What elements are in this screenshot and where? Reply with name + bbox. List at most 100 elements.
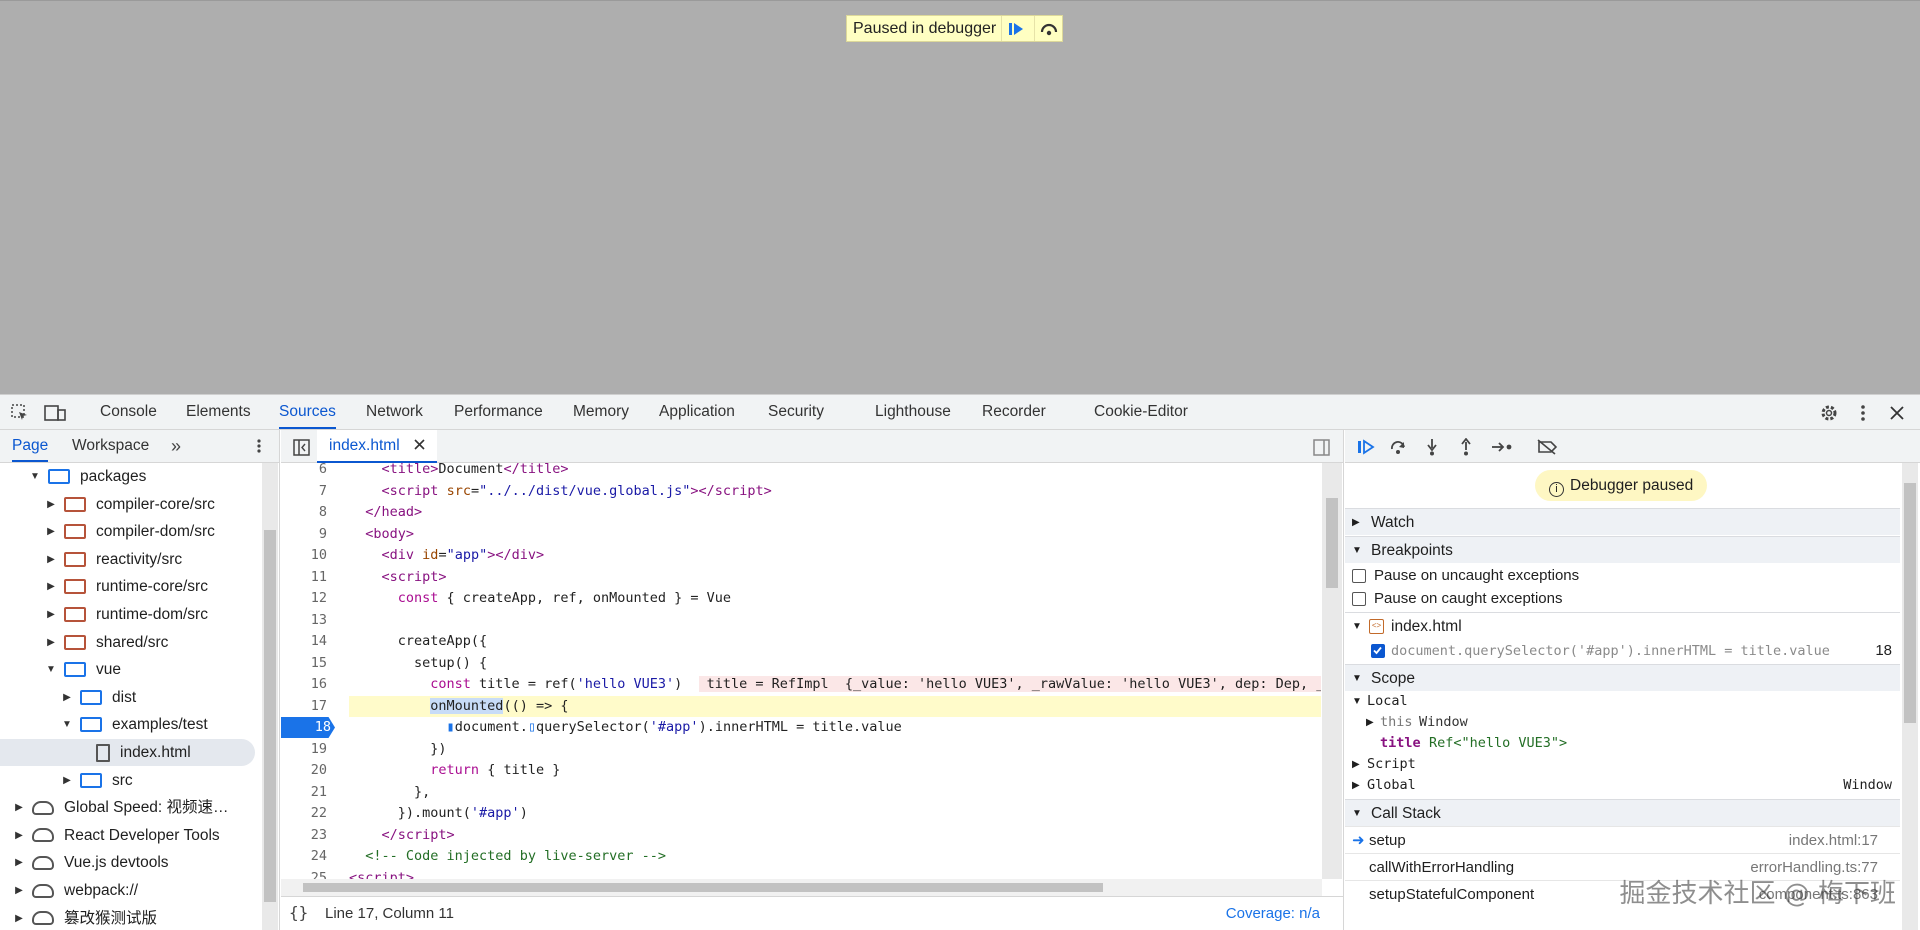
scope-global[interactable]: ▶ Global Window [1345,775,1900,796]
step-icon[interactable] [1489,437,1515,457]
code-line[interactable]: setup() { [349,653,487,674]
scope-local[interactable]: ▼ Local [1345,691,1900,712]
code-line[interactable]: <script> [349,868,414,880]
tab-memory[interactable]: Memory [573,395,629,429]
expand-icon[interactable]: ▶ [44,491,58,518]
pause-caught-checkbox[interactable] [1352,592,1366,606]
step-over-icon[interactable] [1387,437,1409,457]
file-tab-index[interactable]: index.html [317,430,437,463]
code-line[interactable]: <!-- Code injected by live-server --> [349,846,666,867]
breakpoints-section-header[interactable]: ▼ Breakpoints [1345,536,1900,563]
code-line[interactable]: }) [349,739,446,760]
toggle-debugger-icon[interactable] [1311,437,1331,457]
tree-node[interactable]: ▶ compiler-core/src [0,491,255,518]
navigator-scrollbar[interactable] [262,463,278,930]
collapse-icon[interactable]: ▼ [44,656,58,683]
tree-node[interactable]: ▼ examples/test [0,711,255,738]
line-number[interactable]: 24 [281,846,331,867]
editor-vscroll-thumb[interactable] [1326,498,1338,588]
line-number[interactable]: 7 [281,481,331,502]
expand-icon[interactable]: ▶ [44,546,58,573]
line-number[interactable]: 11 [281,567,331,588]
line-number[interactable]: 15 [281,653,331,674]
code-line[interactable]: <div id="app"></div> [349,545,545,566]
code-line[interactable]: <body> [349,524,414,545]
debugger-scrollbar[interactable] [1902,463,1918,930]
expand-icon[interactable]: ▶ [60,767,74,794]
code-line[interactable]: <script> [349,567,447,588]
expand-icon[interactable]: ▶ [12,822,26,849]
line-number[interactable]: 12 [281,588,331,609]
breakpoint-entry[interactable]: document.querySelector('#app').innerHTML… [1345,639,1900,663]
step-into-icon[interactable] [1421,437,1443,457]
tab-lighthouse[interactable]: Lighthouse [875,395,951,429]
line-number[interactable]: 6 [281,463,331,480]
collapse-icon[interactable]: ▼ [28,463,42,490]
scope-section-header[interactable]: ▼ Scope [1345,664,1900,691]
expand-icon[interactable]: ▶ [12,877,26,904]
tree-node[interactable]: ▼ vue [0,656,255,683]
expand-icon[interactable]: ▶ [44,629,58,656]
tree-node[interactable]: ▶ dist [0,684,255,711]
more-tabs-chevron-icon[interactable]: » [166,436,186,456]
expand-icon[interactable]: ▶ [44,601,58,628]
close-icon[interactable] [1887,403,1907,423]
pretty-print-icon[interactable]: {} [289,903,308,922]
close-tab-icon[interactable] [414,437,425,454]
scope-title[interactable]: title Ref<"hello VUE3"> [1345,733,1900,754]
tree-node[interactable]: ▶ runtime-core/src [0,573,255,600]
breakpoint-file-row[interactable]: ▼ <> index.html [1345,612,1900,639]
line-number[interactable]: 8 [281,502,331,523]
code-line[interactable]: ▮document.▯querySelector('#app').innerHT… [349,717,902,738]
line-number[interactable]: 10 [281,545,331,566]
tree-node[interactable]: ▶ Vue.js devtools [0,849,255,876]
code-line[interactable]: </script> [349,825,455,846]
resume-icon[interactable] [1355,437,1377,457]
settings-gear-icon[interactable] [1818,403,1840,423]
code-line[interactable]: const { createApp, ref, onMounted } = Vu… [349,588,731,609]
line-number[interactable]: 9 [281,524,331,545]
tree-node[interactable]: ▼ packages [0,463,255,490]
inspect-element-icon[interactable] [10,403,30,423]
tab-cookie-editor[interactable]: Cookie-Editor [1094,395,1188,429]
toggle-navigator-icon[interactable] [291,437,311,457]
breakpoint-checkbox[interactable] [1371,644,1385,658]
code-line[interactable]: <script src="../../dist/vue.global.js"><… [349,481,772,502]
code-line[interactable]: createApp({ [349,631,487,652]
code-line[interactable]: </head> [349,502,422,523]
line-number[interactable]: 20 [281,760,331,781]
line-number[interactable]: 19 [281,739,331,760]
navigator-menu-icon[interactable] [253,436,265,456]
tree-node[interactable]: ▶ shared/src [0,629,255,656]
expand-icon[interactable]: ▶ [12,905,26,930]
code-line[interactable]: const title = ref('hello VUE3') title = … [349,674,1321,695]
tab-network[interactable]: Network [366,395,423,429]
tab-elements[interactable]: Elements [186,395,251,429]
editor-vscrollbar[interactable] [1322,463,1342,879]
watch-section-header[interactable]: ▶ Watch [1345,508,1900,535]
debugger-scroll-thumb[interactable] [1904,483,1916,723]
expand-icon[interactable]: ▶ [44,573,58,600]
tab-performance[interactable]: Performance [454,395,543,429]
editor-hscrollbar[interactable] [281,879,1322,896]
line-number[interactable]: 23 [281,825,331,846]
tab-recorder[interactable]: Recorder [982,395,1046,429]
scope-script[interactable]: ▶ Script [1345,754,1900,775]
tab-security[interactable]: Security [768,395,824,429]
navigator-scrollbar-thumb[interactable] [264,530,276,902]
device-toolbar-icon[interactable] [44,403,66,423]
current-execution-line[interactable]: onMounted(() => { [349,695,1321,717]
tab-console[interactable]: Console [100,395,157,429]
code-line[interactable]: }, [349,782,430,803]
code-line[interactable]: <title>Document</title> [349,463,569,480]
step-out-icon[interactable] [1455,437,1477,457]
line-number[interactable]: 13 [281,610,331,631]
deactivate-breakpoints-icon[interactable] [1535,437,1559,457]
stack-frame[interactable]: ➜ setup index.html:17 [1345,826,1900,853]
line-number[interactable]: 21 [281,782,331,803]
expand-icon[interactable]: ▶ [12,849,26,876]
expand-icon[interactable]: ▶ [12,794,26,821]
code-line[interactable]: }).mount('#app') [349,803,528,824]
tree-node[interactable]: ▶ Global Speed: 视频速… [0,794,255,821]
tree-node[interactable]: ▶ compiler-dom/src [0,518,255,545]
